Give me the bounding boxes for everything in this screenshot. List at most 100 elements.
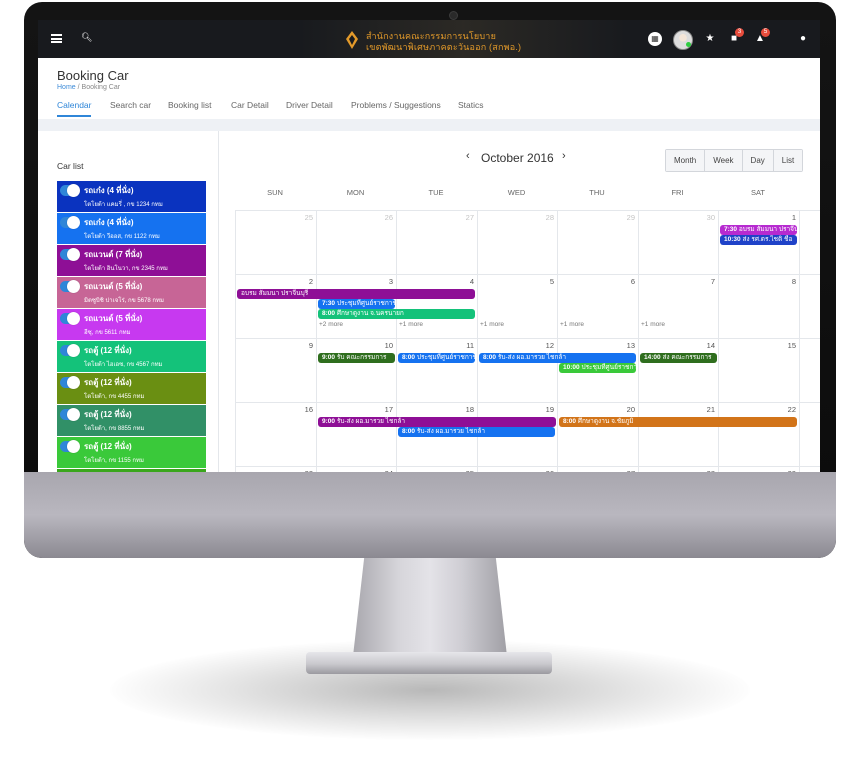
car-visibility-toggle[interactable] <box>60 312 80 325</box>
car-visibility-toggle[interactable] <box>60 440 80 453</box>
day-number[interactable]: 19 <box>530 405 554 414</box>
view-day-button[interactable]: Day <box>742 150 774 171</box>
more-events-link[interactable]: +2 more <box>319 321 343 328</box>
day-number[interactable]: 4 <box>450 277 474 286</box>
help-icon[interactable]: ● <box>795 31 811 47</box>
avatar[interactable] <box>673 30 693 50</box>
tab-booking-list[interactable]: Booking list <box>168 100 211 110</box>
day-number[interactable]: 1 <box>772 213 796 222</box>
car-list-item[interactable]: รถตู้ (12 ที่นั่ง) โตโยต้า, กข 8855 กทม <box>57 405 206 436</box>
calendar-event[interactable]: 8:00 รับ-ส่ง ผอ.มารวย ไชกล้า <box>479 353 636 363</box>
day-number[interactable]: 11 <box>450 341 474 350</box>
day-number[interactable]: 16 <box>289 405 313 414</box>
car-visibility-toggle[interactable] <box>60 344 80 357</box>
day-number[interactable]: 22 <box>772 405 796 414</box>
calendar-event[interactable]: 9:00 รับ-ส่ง ผอ.มารวย ไชกล้า <box>318 417 556 427</box>
day-number[interactable]: 14 <box>691 341 715 350</box>
day-number[interactable]: 17 <box>369 405 393 414</box>
day-number[interactable]: 27 <box>450 213 474 222</box>
event-time: 8:00 <box>563 418 578 425</box>
section-divider <box>38 119 820 131</box>
day-number[interactable]: 7 <box>691 277 715 286</box>
day-number[interactable]: 30 <box>691 213 715 222</box>
car-list-title: Car list <box>57 161 84 171</box>
day-number[interactable]: 28 <box>530 213 554 222</box>
day-number[interactable]: 21 <box>691 405 715 414</box>
tab-problems-suggestions[interactable]: Problems / Suggestions <box>351 100 441 110</box>
car-list-item[interactable]: รถแวนด์ (5 ที่นั่ง) มิตซูบิชิ ปาเจโร่, กข… <box>57 277 206 308</box>
tab-car-detail[interactable]: Car Detail <box>231 100 269 110</box>
day-number[interactable]: 6 <box>611 277 635 286</box>
tab-statics[interactable]: Statics <box>458 100 484 110</box>
day-number[interactable]: 23 <box>289 469 313 472</box>
more-events-link[interactable]: +1 more <box>480 321 504 328</box>
grid-line <box>235 466 820 467</box>
breadcrumb-home[interactable]: Home <box>57 84 76 91</box>
car-visibility-toggle[interactable] <box>60 216 80 229</box>
search-icon[interactable]: 🔍︎ <box>81 32 92 43</box>
more-events-link[interactable]: +1 more <box>560 321 584 328</box>
day-number[interactable]: 5 <box>530 277 554 286</box>
car-visibility-toggle[interactable] <box>60 248 80 261</box>
day-number[interactable]: 3 <box>369 277 393 286</box>
event-title: ส่ง คณะกรรมการ <box>662 354 712 361</box>
calendar-event[interactable]: 8:00 ประชุมที่ศูนย์ราชการ <box>398 353 475 363</box>
calendar-event[interactable]: 10:00 ประชุมที่ศูนย์ราชการ <box>559 363 636 373</box>
car-list-item[interactable]: รถตู้ (12 ที่นั่ง) โตโยต้า ไฮเอซ, กข 4567… <box>57 341 206 372</box>
day-number[interactable]: 8 <box>772 277 796 286</box>
car-visibility-toggle[interactable] <box>60 184 80 197</box>
view-list-button[interactable]: List <box>773 150 803 171</box>
day-number[interactable]: 2 <box>289 277 313 286</box>
car-visibility-toggle[interactable] <box>60 408 80 421</box>
calendar-event[interactable]: 8:00 ศึกษาดูงาน จ.นครนายก <box>318 309 475 319</box>
tab-driver-detail[interactable]: Driver Detail <box>286 100 333 110</box>
day-number[interactable]: 24 <box>369 469 393 472</box>
day-number[interactable]: 13 <box>611 341 635 350</box>
car-list-item[interactable]: รถเก๋ง (4 ที่นั่ง) โตโยต้า วีออส, กข 1122… <box>57 213 206 244</box>
car-list-item[interactable]: รถตู้ (12 ที่นั่ง) โตโยต้า, กข 4455 กทม <box>57 373 206 404</box>
view-week-button[interactable]: Week <box>705 150 743 171</box>
calendar-event[interactable]: 7:30 ประชุมที่ศูนย์ราชการ <box>318 299 395 309</box>
car-list-item[interactable]: รถเก๋ง (4 ที่นั่ง) โตโยต้า แคมรี่ , กข 12… <box>57 181 206 212</box>
day-number[interactable]: 25 <box>289 213 313 222</box>
event-title: ประชุมที่ศูนย์ราชการ <box>416 354 475 361</box>
day-number[interactable]: 20 <box>611 405 635 414</box>
day-number[interactable]: 26 <box>530 469 554 472</box>
calendar-event[interactable]: 14:00 ส่ง คณะกรรมการ <box>640 353 717 363</box>
day-number[interactable]: 29 <box>611 213 635 222</box>
more-events-link[interactable]: +1 more <box>399 321 423 328</box>
car-list-item[interactable]: รถตู้ (12 ที่นั่ง) โตโยต้า, กข 1155 กทม <box>57 437 206 468</box>
day-number[interactable]: 26 <box>369 213 393 222</box>
car-list-item[interactable] <box>57 469 206 472</box>
menu-icon[interactable] <box>51 34 62 43</box>
chevron-right-icon[interactable]: › <box>562 150 566 162</box>
calendar-event[interactable]: 8:00 ศึกษาดูงาน จ.ชัยภูมิ <box>559 417 797 427</box>
day-number[interactable]: 18 <box>450 405 474 414</box>
day-number[interactable]: 28 <box>691 469 715 472</box>
chevron-left-icon[interactable]: ‹ <box>466 150 470 162</box>
apps-grid-icon[interactable]: ▦ <box>648 32 662 46</box>
event-time: 9:00 <box>322 354 337 361</box>
car-visibility-toggle[interactable] <box>60 376 80 389</box>
day-number[interactable]: 25 <box>450 469 474 472</box>
calendar-event[interactable]: อบรม สัมมนา ปราจีนบุรี <box>237 289 475 299</box>
tab-calendar[interactable]: Calendar <box>57 100 92 110</box>
event-title: ส่ง รศ.ดร.ไชติ ชื่อ <box>742 236 793 243</box>
car-visibility-toggle[interactable] <box>60 280 80 293</box>
day-number[interactable]: 12 <box>530 341 554 350</box>
calendar-event[interactable]: 9:00 รับ คณะกรรมการ <box>318 353 395 363</box>
day-number[interactable]: 9 <box>289 341 313 350</box>
car-list-item[interactable]: รถแวนด์ (5 ที่นั่ง) ฮีซุ, กข 5611 กทม <box>57 309 206 340</box>
more-events-link[interactable]: +1 more <box>641 321 665 328</box>
calendar-event[interactable]: 8:00 รับ-ส่ง ผอ.มารวย ไชกล้า <box>398 427 555 437</box>
calendar-event[interactable]: 10:30 ส่ง รศ.ดร.ไชติ ชื่อ <box>720 235 797 245</box>
day-number[interactable]: 29 <box>772 469 796 472</box>
view-month-button[interactable]: Month <box>666 150 706 171</box>
star-icon[interactable]: ★ <box>702 31 718 47</box>
tab-search-car[interactable]: Search car <box>110 100 151 110</box>
calendar-event[interactable]: 7:30 อบรม สัมมนา ปราจีนบุรี <box>720 225 797 235</box>
day-number[interactable]: 27 <box>611 469 635 472</box>
day-number[interactable]: 10 <box>369 341 393 350</box>
car-list-item[interactable]: รถแวนด์ (7 ที่นั่ง) โตโยต้า อินโนวา, กข 2… <box>57 245 206 276</box>
day-number[interactable]: 15 <box>772 341 796 350</box>
